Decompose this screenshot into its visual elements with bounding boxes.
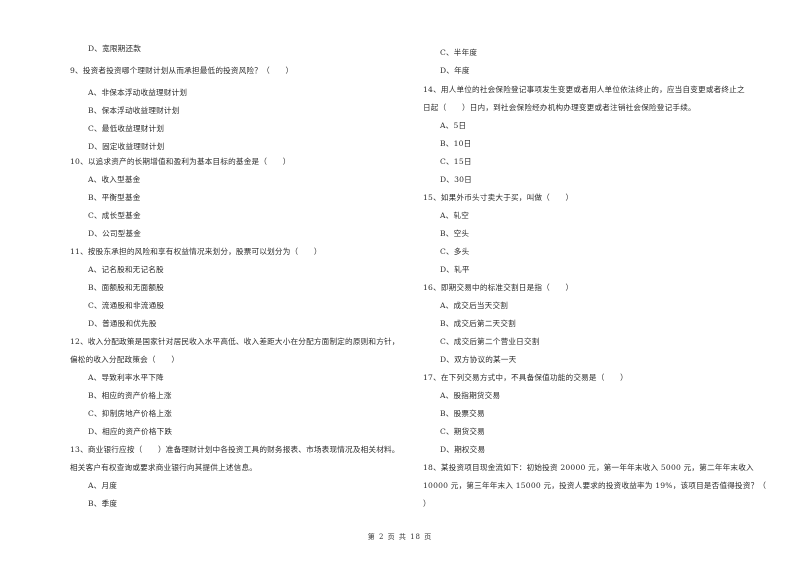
q12-stem-line2: 偏松的收入分配政策会（ ） (70, 355, 180, 364)
q9-option-c: C、最低收益理财计划 (88, 124, 165, 133)
q9-option-a: A、非保本浮动收益理财计划 (88, 88, 188, 97)
q13-option-c: C、半年度 (440, 48, 478, 57)
q14-stem-line2: 日起（ ）日内，到社会保险经办机构办理变更或者注销社会保险登记手续。 (423, 103, 696, 112)
q15-stem: 15、如果外币头寸卖大于买，叫做（ ） (423, 193, 574, 202)
q12-option-b: B、相应的资产价格上涨 (88, 391, 172, 400)
q17-stem: 17、在下列交易方式中，不具备保值功能的交易是（ ） (423, 373, 628, 382)
q15-option-d: D、轧平 (440, 265, 470, 274)
q9-option-d: D、固定收益理财计划 (88, 142, 165, 151)
q10-option-a: A、收入型基金 (88, 175, 141, 184)
q17-option-d: D、期权交易 (440, 445, 486, 454)
q10-option-d: D、公司型基金 (88, 229, 142, 238)
q15-option-b: B、空头 (440, 229, 470, 238)
q10-stem: 10、以追求资产的长期增值和盈利为基本目标的基金是（ ） (70, 157, 291, 166)
q12-option-c: C、抑制房地产价格上涨 (88, 409, 172, 418)
q11-option-c: C、流通股和非流通股 (88, 301, 165, 310)
q14-stem-line1: 14、用人单位的社会保险登记事项发生变更或者用人单位依法终止的，应当自变更或者终… (423, 85, 745, 94)
page-number-footer: 第 2 页 共 18 页 (367, 533, 433, 541)
q9-option-b: B、保本浮动收益理财计划 (88, 106, 180, 115)
q11-option-b: B、面额股和无面额股 (88, 283, 164, 292)
q12-option-a: A、导致利率水平下降 (88, 373, 164, 382)
q16-stem: 16、即期交易中的标准交割日是指（ ） (423, 283, 574, 292)
q17-option-a: A、股指期货交易 (440, 391, 501, 400)
q16-option-d: D、双方协议的某一天 (440, 355, 517, 364)
q10-option-c: C、成长型基金 (88, 211, 141, 220)
q16-option-b: B、成交后第二天交割 (440, 319, 516, 328)
q11-option-a: A、记名股和无记名股 (88, 265, 164, 274)
q8-option-d: D、宽限期还款 (88, 44, 142, 53)
q18-stem-line3: ） (423, 499, 431, 508)
q13-stem-line1: 13、商业银行应按（ ）准备理财计划中各投资工具的财务报表、市场表现情况及相关材… (70, 445, 400, 454)
q15-option-a: A、轧空 (440, 211, 470, 220)
q18-stem-line2: 10000 元，第三年年末入 15000 元，投资人要求的投资收益率为 19%，… (423, 481, 767, 490)
q14-option-b: B、10日 (440, 139, 472, 148)
q17-option-c: C、期货交易 (440, 427, 485, 436)
q15-option-c: C、多头 (440, 247, 470, 256)
q13-stem-line2: 相关客户有权查询或要求商业银行向其提供上述信息。 (70, 463, 258, 472)
q11-option-d: D、普通股和优先股 (88, 319, 157, 328)
q14-option-a: A、5日 (440, 121, 467, 130)
q12-stem-line1: 12、收入分配政策是国家针对居民收入水平高低、收入差距大小在分配方面制定的原则和… (70, 337, 400, 346)
q17-option-b: B、股票交易 (440, 409, 485, 418)
q13-option-d: D、年度 (440, 66, 470, 75)
q16-option-a: A、成交后当天交割 (440, 301, 509, 310)
q13-option-a: A、月度 (88, 481, 118, 490)
q12-option-d: D、相应的资产价格下跌 (88, 427, 173, 436)
q14-option-d: D、30日 (440, 175, 472, 184)
q10-option-b: B、平衡型基金 (88, 193, 141, 202)
q13-option-b: B、季度 (88, 499, 118, 508)
q16-option-c: C、成交后第二个营业日交割 (440, 337, 540, 346)
q14-option-c: C、15日 (440, 157, 472, 166)
q18-stem-line1: 18、某投资项目现金流如下：初始投资 20000 元，第一年年末收入 5000 … (423, 463, 754, 472)
q9-stem: 9、投资者投资哪个理财计划从而承担最低的投资风险？（ ） (70, 66, 294, 75)
q11-stem: 11、按股东承担的风险和享有权益情况来划分，股票可以划分为（ ） (70, 247, 322, 256)
